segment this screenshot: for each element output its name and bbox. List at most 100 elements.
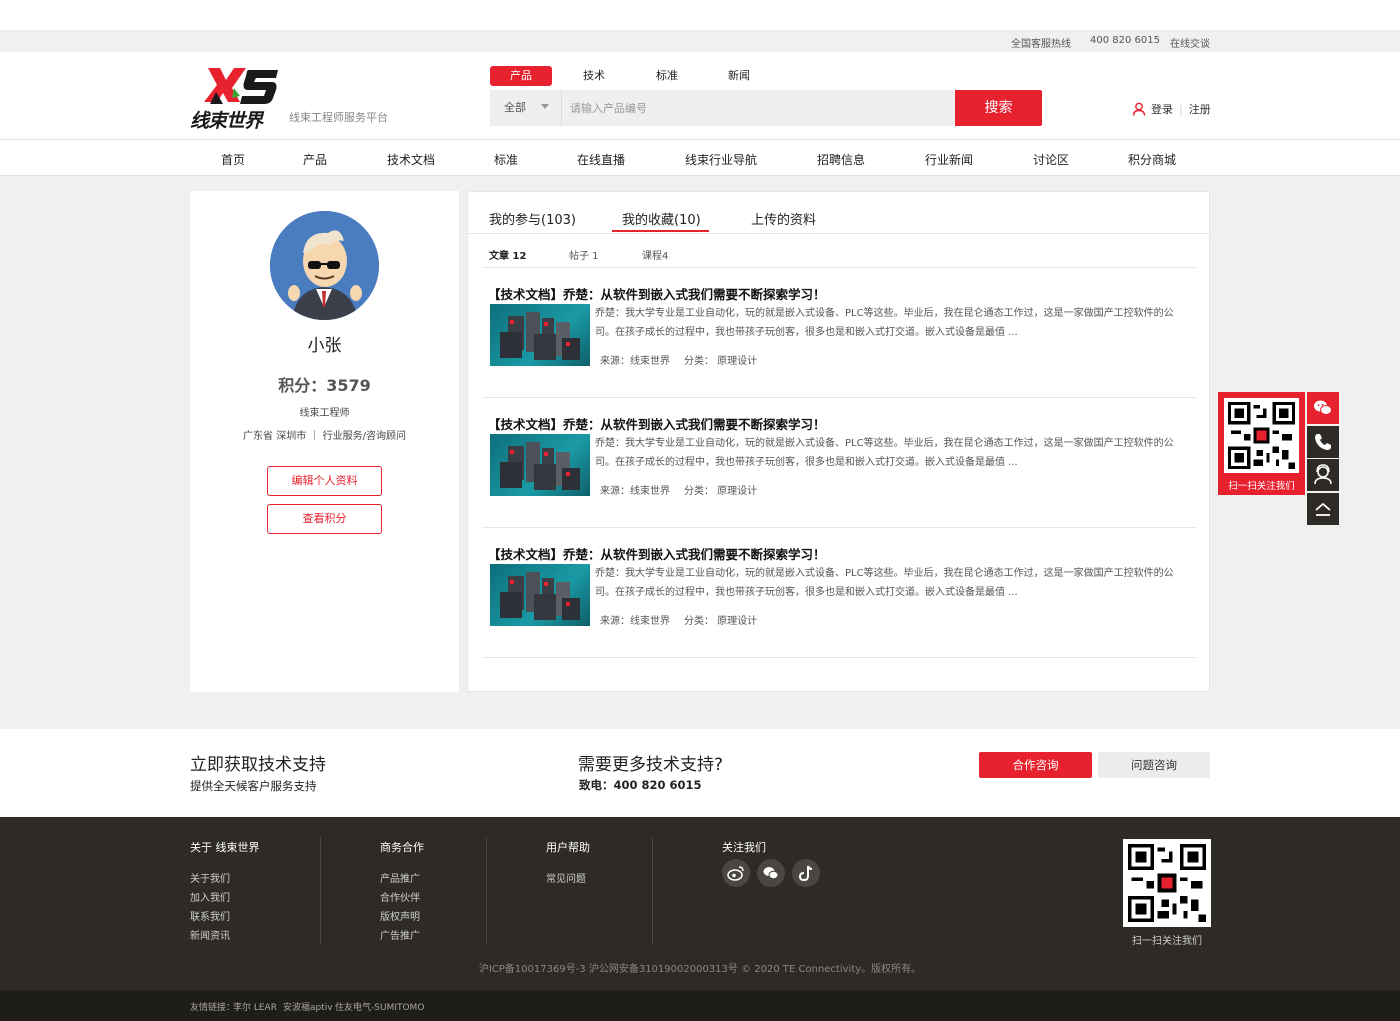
footer-link-ads[interactable]: 广告推广 — [380, 927, 420, 942]
nav-points-mall[interactable]: 积分商城 — [1128, 151, 1176, 168]
article-title[interactable]: 【技术文档】乔楚：从软件到嵌入式我们需要不断探索学习！ — [488, 544, 826, 563]
site-logo[interactable]: 线束世界 — [190, 66, 282, 132]
more-support-title: 需要更多技术支持? — [578, 755, 724, 775]
article-meta: 来源：线束世界 分类： 原理设计 — [600, 482, 757, 497]
phone-float-button[interactable] — [1307, 426, 1339, 458]
search-box: 全部 — [490, 90, 955, 126]
question-button[interactable]: 问题咨询 — [1098, 752, 1210, 778]
article-category: 分类： 原理设计 — [684, 356, 758, 367]
douyin-button[interactable] — [792, 859, 820, 887]
footer-help-title: 用户帮助 — [546, 841, 590, 854]
wechat-icon — [763, 867, 779, 880]
hotline-number: 400 820 6015 — [1090, 35, 1160, 46]
article-source: 来源：线束世界 — [600, 486, 670, 497]
customer-service-float-button[interactable] — [1307, 459, 1339, 491]
article-thumbnail[interactable] — [490, 304, 590, 366]
footer-divider — [320, 837, 321, 944]
nav-forum[interactable]: 讨论区 — [1033, 151, 1069, 168]
nav-jobs[interactable]: 招聘信息 — [817, 151, 865, 168]
subtab-posts[interactable]: 帖子 1 — [569, 247, 599, 262]
nav-industry-news[interactable]: 行业新闻 — [925, 151, 973, 168]
list-item[interactable]: 【技术文档】乔楚：从软件到嵌入式我们需要不断探索学习！ 乔楚：我大学专业是工业自… — [482, 398, 1196, 528]
weibo-button[interactable] — [722, 859, 750, 887]
nav-standards[interactable]: 标准 — [494, 151, 518, 168]
main-nav: 首页 产品 技术文档 标准 在线直播 线束行业导航 招聘信息 行业新闻 讨论区 … — [0, 141, 1400, 176]
arrow-up-icon — [1315, 502, 1331, 516]
logo-slogan: 线束工程师服务平台 — [289, 111, 388, 124]
tab-favorites[interactable]: 我的收藏(10) — [622, 209, 701, 228]
list-item[interactable]: 【技术文档】乔楚：从软件到嵌入式我们需要不断探索学习！ 乔楚：我大学专业是工业自… — [482, 528, 1196, 658]
back-to-top-button[interactable] — [1307, 493, 1339, 525]
article-source: 来源：线束世界 — [600, 616, 670, 627]
footer-follow-title: 关注我们 — [722, 841, 766, 854]
article-excerpt: 乔楚：我大学专业是工业自动化，玩的就是嵌入式设备、PLC等这些。毕业后，我在昆仑… — [595, 308, 1174, 338]
friend-link-aptiv[interactable]: 安波福aptiv — [283, 1000, 333, 1013]
nav-tech-docs[interactable]: 技术文档 — [387, 151, 435, 168]
search-tab-tech[interactable]: 技术 — [568, 66, 620, 86]
tab-uploads[interactable]: 上传的资料 — [751, 209, 816, 228]
article-thumbnail[interactable] — [490, 564, 590, 626]
article-title[interactable]: 【技术文档】乔楚：从软件到嵌入式我们需要不断探索学习！ — [488, 284, 826, 303]
hotline-label: 全国客服热线 — [1011, 39, 1071, 50]
search-tab-product[interactable]: 产品 — [490, 66, 552, 86]
nav-live[interactable]: 在线直播 — [577, 151, 625, 168]
nav-home[interactable]: 首页 — [221, 151, 245, 168]
list-item[interactable]: 【技术文档】乔楚：从软件到嵌入式我们需要不断探索学习！ 乔楚：我大学专业是工业自… — [482, 268, 1196, 398]
search-tab-news[interactable]: 新闻 — [713, 66, 765, 86]
content-card: 我的参与(103) 我的收藏(10) 上传的资料 文章 12 帖子 1 课程4 … — [467, 191, 1210, 692]
article-meta: 来源：线束世界 分类： 原理设计 — [600, 612, 757, 627]
side-qr-panel: 扫一扫关注我们 — [1218, 392, 1305, 495]
support-strip: 立即获取技术支持 提供全天候客户服务支持 需要更多技术支持? 致电：400 82… — [0, 729, 1400, 817]
article-meta: 来源：线束世界 分类： 原理设计 — [600, 352, 757, 367]
subtab-articles[interactable]: 文章 12 — [489, 247, 526, 262]
footer-link-copyright[interactable]: 版权声明 — [380, 908, 420, 923]
online-chat-link[interactable]: 在线交谈 — [1170, 35, 1210, 50]
footer-link-contact[interactable]: 联系我们 — [190, 908, 230, 923]
login-divider: | — [1179, 102, 1183, 116]
search-button[interactable]: 搜索 — [955, 90, 1042, 126]
nav-industry-guide[interactable]: 线束行业导航 — [685, 151, 757, 168]
tabs-divider — [468, 233, 1209, 234]
article-thumbnail[interactable] — [490, 434, 590, 496]
wechat-float-button[interactable] — [1307, 392, 1339, 424]
article-title[interactable]: 【技术文档】乔楚：从软件到嵌入式我们需要不断探索学习！ — [488, 414, 826, 433]
view-points-button[interactable]: 查看积分 — [267, 504, 382, 534]
header: 线束世界 线束工程师服务平台 产品 技术 标准 新闻 全部 搜索 登录 | 注册 — [0, 52, 1400, 140]
nav-products[interactable]: 产品 — [303, 151, 327, 168]
footer-link-news[interactable]: 新闻资讯 — [190, 927, 230, 942]
login-area: 登录 | 注册 — [1132, 101, 1211, 117]
friend-link-lear[interactable]: 李尔 LEAR — [233, 1000, 277, 1013]
search-tab-standard[interactable]: 标准 — [641, 66, 693, 86]
profile-role: 线束工程师 — [299, 408, 350, 419]
footer-link-faq[interactable]: 常见问题 — [546, 870, 586, 885]
qr-code-icon — [1123, 839, 1211, 927]
footer-link-join[interactable]: 加入我们 — [190, 889, 230, 904]
friend-links-bar: 友情链接： 李尔 LEAR 安波福aptiv 住友电气-SUMITOMO — [0, 990, 1400, 1021]
footer-link-about[interactable]: 关于我们 — [190, 870, 230, 885]
profile-card: 小张 积分：3579 线束工程师 广东省 深圳市 ｜ 行业服务/咨询顾问 编辑个… — [190, 191, 459, 692]
top-bar: 全国客服热线 400 820 6015 在线交谈 — [0, 30, 1400, 52]
tab-participation[interactable]: 我的参与(103) — [489, 209, 576, 228]
support-subtitle: 提供全天候客户服务支持 — [190, 779, 317, 793]
login-link[interactable]: 登录 — [1151, 101, 1173, 117]
copyright-text: 沪ICP备10017369号-3 沪公网安备31019002000313号 © … — [478, 964, 922, 975]
qr-code-icon — [1224, 398, 1299, 473]
wechat-button[interactable] — [757, 859, 785, 887]
friend-link-sumitomo[interactable]: 住友电气-SUMITOMO — [335, 1000, 424, 1013]
footer-link-partners[interactable]: 合作伙伴 — [380, 889, 420, 904]
subtab-courses[interactable]: 课程4 — [642, 247, 668, 262]
profile-points: 积分：3579 — [278, 376, 371, 395]
profile-location: 广东省 深圳市 ｜ 行业服务/咨询顾问 — [243, 431, 406, 442]
search-input[interactable] — [570, 90, 950, 126]
support-title: 立即获取技术支持 — [190, 755, 326, 775]
edit-profile-button[interactable]: 编辑个人资料 — [267, 466, 382, 496]
search-scope-select[interactable]: 全部 — [490, 90, 562, 126]
phone-icon — [1315, 434, 1331, 450]
weibo-icon — [727, 866, 744, 881]
register-link[interactable]: 注册 — [1189, 101, 1211, 117]
logo-name: 线束世界 — [190, 110, 263, 132]
user-icon — [1132, 102, 1146, 116]
side-qr-label: 扫一扫关注我们 — [1228, 481, 1295, 492]
cooperation-button[interactable]: 合作咨询 — [979, 752, 1092, 778]
footer-link-promotion[interactable]: 产品推广 — [380, 870, 420, 885]
